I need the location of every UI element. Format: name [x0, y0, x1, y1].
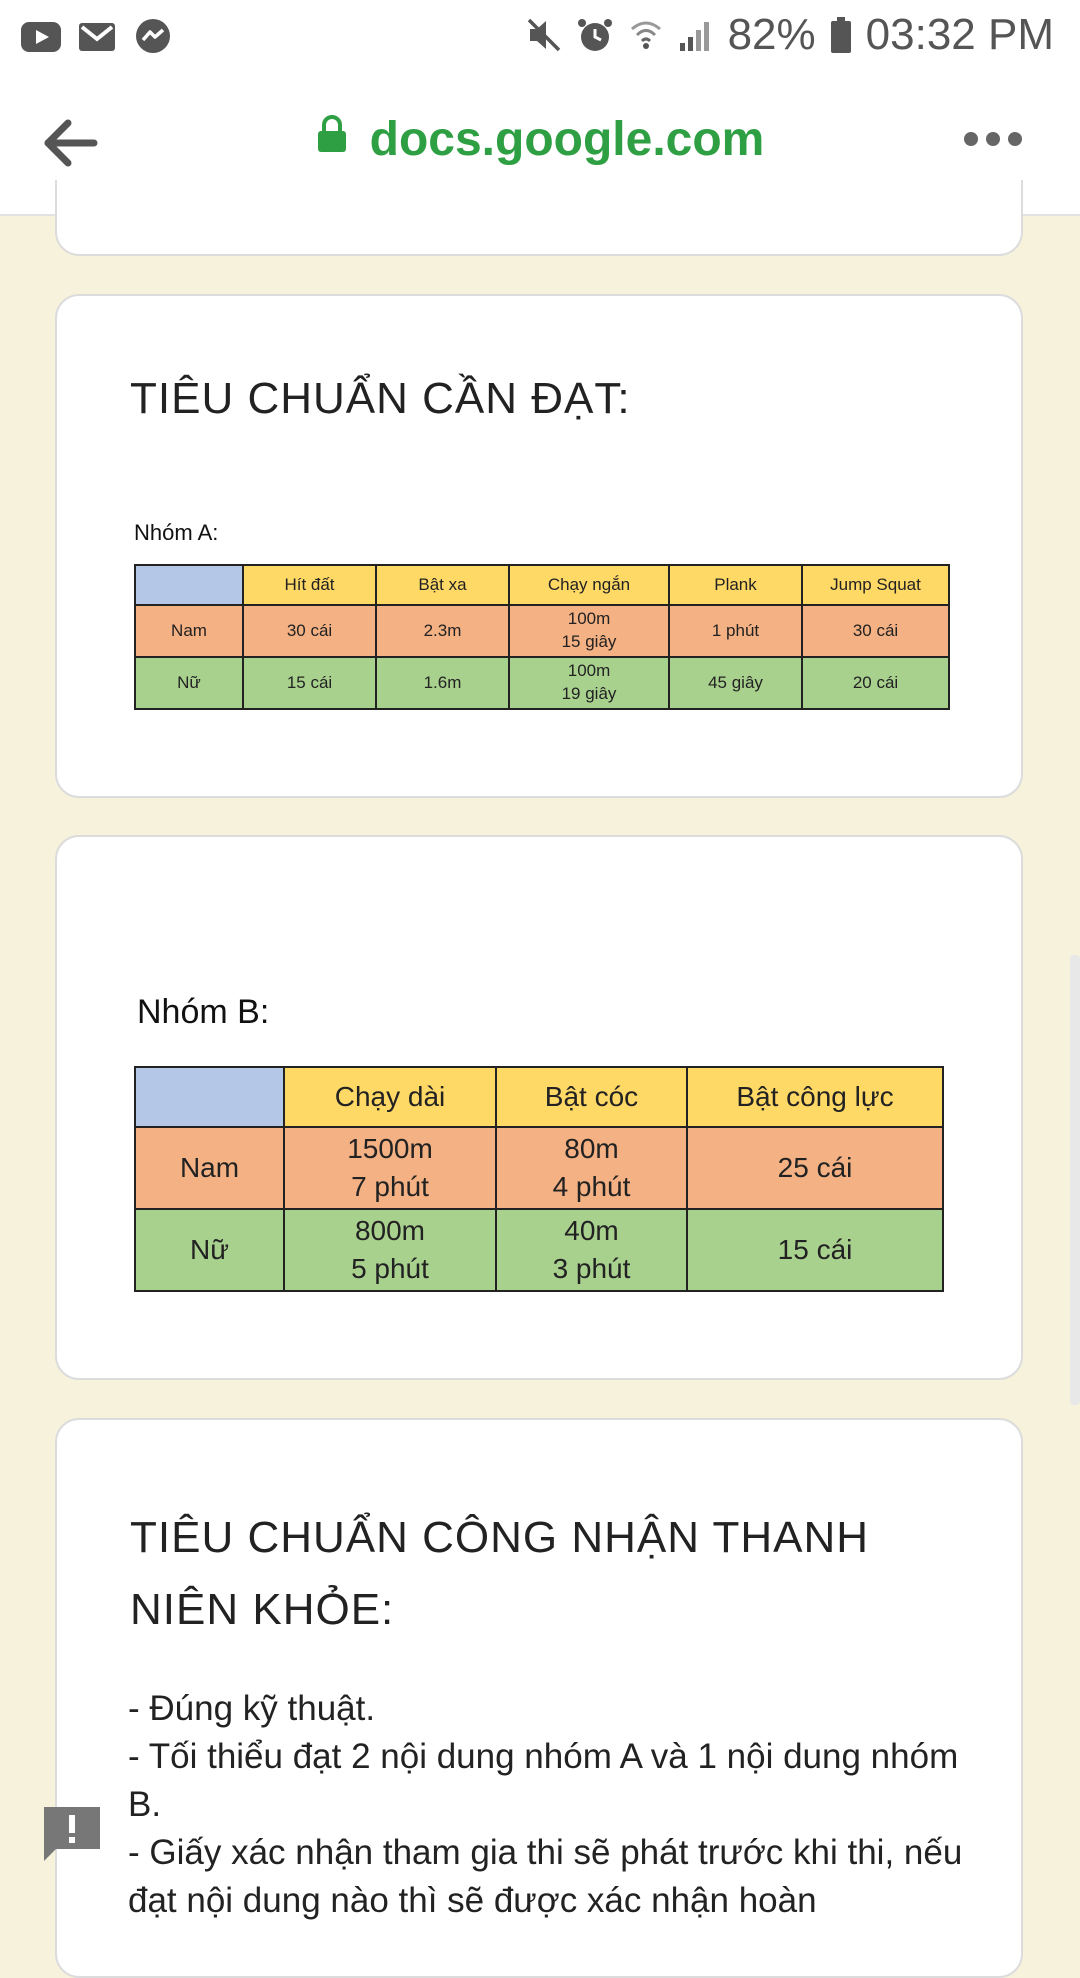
scrollbar[interactable]: [1070, 955, 1080, 1405]
criteria-list: - Đúng kỹ thuật. - Tối thiểu đạt 2 nội d…: [128, 1685, 988, 1925]
dot-icon: [1008, 132, 1022, 146]
clock: 03:32 PM: [865, 10, 1054, 59]
table-cell: 15 cái: [686, 1208, 944, 1292]
list-item: - Đúng kỹ thuật.: [128, 1689, 376, 1728]
row-label-cell: Nam: [134, 1126, 285, 1210]
table-header-cell: Jump Squat: [801, 564, 950, 606]
table-header-cell: Plank: [668, 564, 803, 606]
section-title: TIÊU CHUẨN CÔNG NHẬN THANH NIÊN KHỎE:: [130, 1502, 869, 1646]
lock-icon: [316, 111, 348, 166]
dot-icon: [964, 132, 978, 146]
table-row: Nữ 15 cái 1.6m 100m 19 giây 45 giây 20 c…: [134, 656, 950, 710]
system-status: 82% 03:32 PM: [526, 10, 1054, 60]
table-cell: 800m 5 phút: [283, 1208, 497, 1292]
list-item: - Giấy xác nhận tham gia thi sẽ phát trư…: [128, 1833, 963, 1920]
more-options-button[interactable]: [964, 132, 1030, 156]
group-a-label: Nhóm A:: [134, 520, 219, 545]
address-bar[interactable]: docs.google.com: [0, 112, 1080, 170]
table-cell: 1500m 7 phút: [283, 1126, 497, 1210]
table-cell: 100m 19 giây: [508, 656, 670, 710]
table-corner-cell: [134, 1066, 285, 1128]
title-line: TIÊU CHUẨN CÔNG NHẬN THANH: [130, 1513, 870, 1562]
table-cell: 20 cái: [801, 656, 950, 710]
battery-icon: [830, 16, 852, 54]
table-cell: 45 giây: [668, 656, 803, 710]
title-line: NIÊN KHỎE:: [130, 1585, 395, 1634]
row-label-cell: Nữ: [134, 1208, 285, 1292]
table-cell: 15 cái: [242, 656, 377, 710]
previous-card: [55, 180, 1023, 256]
group-b-table: Chạy dài Bật cóc Bật công lực Nam 1500m …: [134, 1066, 944, 1292]
alarm-icon: [576, 16, 614, 54]
list-item: - Tối thiểu đạt 2 nội dung nhóm A và 1 n…: [128, 1737, 959, 1824]
group-b-card: Nhóm B: Chạy dài Bật cóc Bật công lực Na…: [55, 835, 1023, 1380]
row-label-cell: Nam: [134, 604, 244, 658]
table-header-cell: Bật công lực: [686, 1066, 944, 1128]
table-cell: 100m 15 giây: [508, 604, 670, 658]
feedback-icon: [44, 1807, 100, 1861]
table-cell: 30 cái: [801, 604, 950, 658]
table-header-row: Hít đất Bật xa Chạy ngắn Plank Jump Squa…: [134, 564, 950, 606]
table-header-cell: Chạy dài: [283, 1066, 497, 1128]
table-cell: 40m 3 phút: [495, 1208, 688, 1292]
dot-icon: [986, 132, 1000, 146]
standards-card: TIÊU CHUẨN CẦN ĐẠT: Nhóm A: Hít đất Bật …: [55, 294, 1023, 798]
table-corner-cell: [134, 564, 244, 606]
table-cell: 80m 4 phút: [495, 1126, 688, 1210]
url-text: docs.google.com: [369, 113, 765, 166]
table-header-row: Chạy dài Bật cóc Bật công lực: [134, 1066, 944, 1128]
wifi-icon: [628, 17, 664, 53]
table-row: Nam 1500m 7 phút 80m 4 phút 25 cái: [134, 1126, 944, 1210]
row-label-cell: Nữ: [134, 656, 244, 710]
table-row: Nữ 800m 5 phút 40m 3 phút 15 cái: [134, 1208, 944, 1292]
messenger-icon: [132, 16, 174, 58]
group-b-label: Nhóm B:: [137, 993, 270, 1031]
table-cell: 25 cái: [686, 1126, 944, 1210]
youtube-icon: [20, 16, 62, 58]
status-bar: 82% 03:32 PM: [0, 0, 1080, 72]
table-cell: 30 cái: [242, 604, 377, 658]
group-a-table: Hít đất Bật xa Chạy ngắn Plank Jump Squa…: [134, 564, 950, 710]
table-header-cell: Chạy ngắn: [508, 564, 670, 606]
table-cell: 1 phút: [668, 604, 803, 658]
notification-icons: [20, 16, 174, 58]
section-title: TIÊU CHUẨN CẦN ĐẠT:: [130, 374, 631, 423]
report-button[interactable]: [42, 1805, 102, 1861]
table-header-cell: Bật xa: [375, 564, 510, 606]
table-cell: 1.6m: [375, 656, 510, 710]
gmail-icon: [76, 16, 118, 58]
table-header-cell: Hít đất: [242, 564, 377, 606]
signal-icon: [678, 17, 714, 53]
battery-percent: 82%: [727, 10, 816, 59]
table-row: Nam 30 cái 2.3m 100m 15 giây 1 phút 30 c…: [134, 604, 950, 658]
table-header-cell: Bật cóc: [495, 1066, 688, 1128]
table-cell: 2.3m: [375, 604, 510, 658]
mute-icon: [526, 17, 562, 53]
